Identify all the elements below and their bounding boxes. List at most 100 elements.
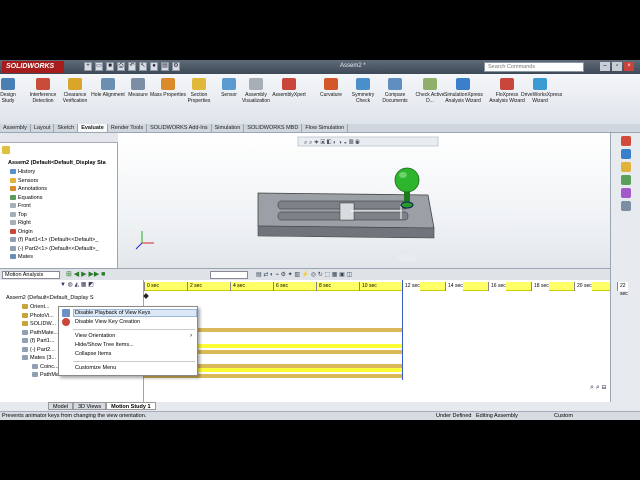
ribbon-icon: [192, 78, 206, 90]
save-icon[interactable]: ■: [106, 62, 114, 71]
play-controls[interactable]: ⊞ ◀ ▶ ▶▶ ■: [66, 271, 105, 279]
motion-tree-item-icon: [22, 321, 28, 327]
ribbon-icon: [222, 78, 236, 90]
feature-manager-tabs[interactable]: [0, 133, 118, 143]
ribbon-icon: [500, 78, 514, 90]
minimize-icon[interactable]: –: [600, 62, 610, 71]
units-select[interactable]: Custom: [554, 413, 573, 420]
ribbon-icon: [1, 78, 15, 90]
view-palette-icon[interactable]: [620, 175, 631, 185]
tree-item[interactable]: Origin: [0, 228, 118, 237]
bottom-area: Model 3D Views Motion Study 1 Prevents ani…: [0, 402, 640, 420]
select-icon[interactable]: ↖: [139, 62, 147, 71]
tab-simulation[interactable]: Simulation: [212, 124, 245, 132]
tree-item[interactable]: Right: [0, 219, 118, 228]
ribbon-button-compare-documents[interactable]: Compare Documents: [376, 78, 414, 104]
ribbon-icon: [533, 78, 547, 90]
timeline[interactable]: 0 sec 2 sec 4 sec 6 sec 8 sec 10 sec 12 sec 14 …: [143, 280, 628, 402]
tree-item-icon: [10, 245, 16, 251]
bottom-tab-3d-views[interactable]: 3D Views: [72, 402, 107, 410]
tree-item-icon: [10, 186, 16, 192]
ribbon-icon: [324, 78, 338, 90]
menu-item-collapse[interactable]: Collapse Items: [75, 351, 111, 358]
tree-item[interactable]: Annotations: [0, 185, 118, 194]
ribbon-button-assemblyxpert[interactable]: AssemblyXpert: [270, 78, 308, 98]
ribbon-button-design-study[interactable]: Design Study: [0, 78, 20, 104]
tab-solidworks-add-ins[interactable]: SOLIDWORKS Add-Ins: [147, 124, 212, 132]
ribbon-button-label: AssemblyXpert: [272, 92, 306, 98]
tab-evaluate[interactable]: Evaluate: [78, 124, 108, 132]
menu-item-customize[interactable]: Customize Menu: [75, 365, 116, 372]
playback-speed-select[interactable]: [210, 271, 248, 279]
menu-item-disable-playback[interactable]: Disable Playback of View Keys: [75, 310, 150, 317]
ribbon-button-label: SimulationXpress Analysis Wizard: [444, 92, 483, 104]
appearances-icon[interactable]: [620, 188, 631, 198]
tree-item[interactable]: Top: [0, 211, 118, 220]
restore-icon[interactable]: ▫: [612, 62, 622, 71]
motion-tree-filters[interactable]: ▼ ◍ ◭ ▦ ◩: [60, 282, 94, 289]
design-library-icon[interactable]: [620, 149, 631, 159]
ribbon-icon: [456, 78, 470, 90]
motion-tree-item-icon: [22, 338, 28, 344]
file-explorer-icon[interactable]: [620, 162, 631, 172]
filter-icon[interactable]: [2, 146, 10, 154]
motion-tree-item-icon: [22, 346, 28, 352]
title-bar: SOLIDWORKS + ▭ ■ ⎙ ↶ ↖ ● ▤ ⚙ Assem2 * Se…: [0, 60, 640, 74]
motion-tree-root[interactable]: Assem2 (Default<Default_Display S: [6, 294, 149, 303]
menu-item-view-orientation[interactable]: View Orientation: [75, 333, 115, 340]
custom-properties-icon[interactable]: [620, 201, 631, 211]
tree-item[interactable]: History: [0, 168, 118, 177]
tree-item-icon: [10, 211, 16, 217]
tab-solidworks-mbd[interactable]: SOLIDWORKS MBD: [244, 124, 303, 132]
tree-item[interactable]: Equations: [0, 194, 118, 203]
close-icon[interactable]: ×: [624, 62, 634, 71]
print-icon[interactable]: ⎙: [117, 62, 125, 71]
tree-item[interactable]: Sensors: [0, 177, 118, 186]
model-view[interactable]: ⌕ ⌕ ✦ ▣ ◧ ◐ ◑ ◒ ▦ ◉: [118, 133, 610, 268]
triad-icon: [135, 231, 154, 250]
status-mode: Editing Assembly: [476, 413, 518, 419]
bottom-tab-model[interactable]: Model: [48, 402, 73, 410]
options-icon[interactable]: ⚙: [172, 62, 180, 71]
solidworks-logo[interactable]: SOLIDWORKS: [2, 61, 64, 73]
ribbon-icon: [36, 78, 50, 90]
tree-item[interactable]: Front: [0, 202, 118, 211]
menu-item-hide-show[interactable]: Hide/Show Tree Items...: [75, 342, 134, 349]
rebuild-icon[interactable]: ●: [150, 62, 158, 71]
ribbon-icon: [423, 78, 437, 90]
open-icon[interactable]: ▭: [95, 62, 103, 71]
tab-flow-simulation[interactable]: Flow Simulation: [302, 124, 349, 132]
tab-layout[interactable]: Layout: [31, 124, 55, 132]
tree-item[interactable]: (f) Part1<1> (Default<<Default>_: [0, 236, 118, 245]
disable-playback-icon: [62, 309, 70, 317]
tree-item-icon: [10, 194, 16, 200]
tree-item[interactable]: (-) Part2<1> (Default<<Default>_: [0, 245, 118, 254]
ribbon-button-label: Compare Documents: [382, 92, 408, 104]
undo-icon[interactable]: ↶: [128, 62, 136, 71]
heads-up-toolbar[interactable]: ⌕ ⌕ ✦ ▣ ◧ ◐ ◑ ◒ ▦ ◉: [297, 136, 439, 147]
file-properties-icon[interactable]: ▤: [161, 62, 169, 71]
ribbon-button-simulationxpress-analysis-wizard[interactable]: SimulationXpress Analysis Wizard: [444, 78, 483, 104]
tree-item-icon: [10, 220, 16, 226]
ribbon-button-driveworksxpress-wizard[interactable]: DriveWorksXpress Wizard: [521, 78, 562, 104]
solidworks-resources-icon[interactable]: [620, 136, 631, 146]
motion-tools[interactable]: ▤ ⇄ ◐ ⌁ ⚙ ✦ ▥ ⚡ ◎ ↻ ⬚ ▦ ▣ ◫: [256, 271, 352, 279]
zoom-controls[interactable]: ⌕ ⌕ ⊟: [590, 384, 606, 392]
tree-root[interactable]: Assem2 (Default<Default_Display Sta: [8, 159, 125, 168]
bottom-tab-motion-study-1[interactable]: Motion Study 1: [106, 402, 156, 410]
tree-item[interactable]: Mates: [0, 253, 118, 262]
tab-sketch[interactable]: Sketch: [54, 124, 79, 132]
tree-item-icon: [10, 177, 16, 183]
tree-item-label: Origin: [18, 228, 33, 235]
study-type-select[interactable]: Motion Analysis: [2, 271, 60, 279]
menu-item-disable-key-creation[interactable]: Disable View Key Creation: [75, 319, 140, 326]
tree-item-label: Equations: [18, 194, 43, 201]
tab-assembly[interactable]: Assembly: [0, 124, 31, 132]
search-commands-input[interactable]: Search Commands: [484, 62, 584, 72]
motion-tree-item-label: Mates (3...: [30, 355, 56, 361]
graphics-area[interactable]: ⌕ ⌕ ✦ ▣ ◧ ◐ ◑ ◒ ▦ ◉: [118, 133, 610, 268]
ribbon-icon: [249, 78, 263, 90]
tab-render-tools[interactable]: Render Tools: [108, 124, 148, 132]
motion-tree-item-icon: [22, 312, 28, 318]
new-icon[interactable]: +: [84, 62, 92, 71]
